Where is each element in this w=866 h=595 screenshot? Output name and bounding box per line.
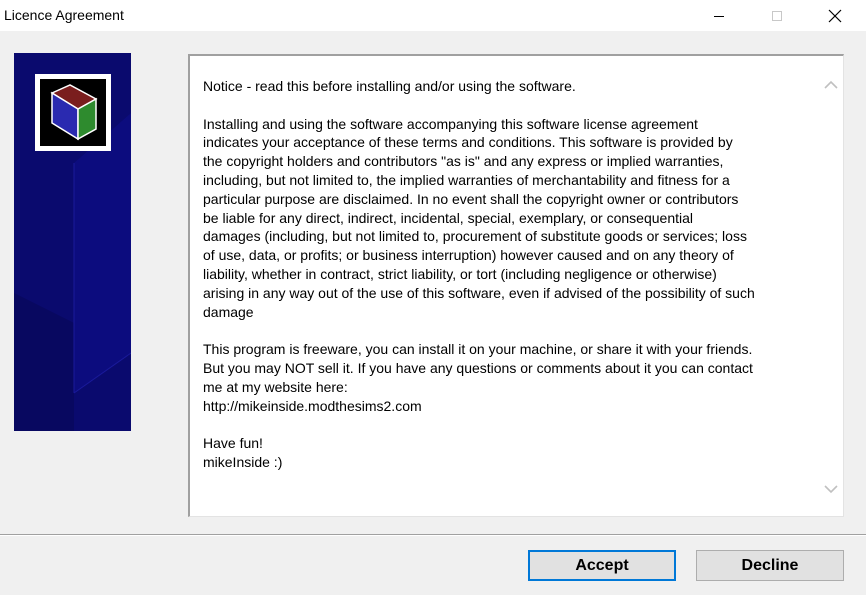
license-notice: Notice - read this before installing and… [203,78,576,94]
minimize-icon [714,15,724,17]
minimize-button[interactable] [696,0,742,31]
chevron-down-icon [824,485,838,494]
license-freeware: This program is freeware, you can instal… [203,341,753,414]
scroll-up-button[interactable] [822,76,840,94]
scroll-down-button[interactable] [822,480,840,498]
accept-button[interactable]: Accept [528,550,676,581]
licence-dialog: Licence Agreement Notice - read this bef… [0,0,866,595]
maximize-button[interactable] [754,0,800,31]
license-terms: Installing and using the software accomp… [203,115,755,320]
logo-frame [35,74,111,151]
decline-button[interactable]: Decline [696,550,844,581]
license-text: Notice - read this before installing and… [203,77,815,491]
license-signoff: Have fun! mikeInside :) [203,435,283,470]
box-logo-icon [50,84,98,141]
maximize-icon [772,10,782,21]
title-bar[interactable]: Licence Agreement [0,0,866,31]
window-title: Licence Agreement [4,7,124,23]
chevron-up-icon [824,80,838,89]
side-banner [14,53,131,431]
footer-divider [0,534,866,536]
license-textbox[interactable]: Notice - read this before installing and… [188,54,844,517]
logo-background [40,79,106,146]
close-button[interactable] [812,0,858,31]
close-icon [828,9,842,22]
